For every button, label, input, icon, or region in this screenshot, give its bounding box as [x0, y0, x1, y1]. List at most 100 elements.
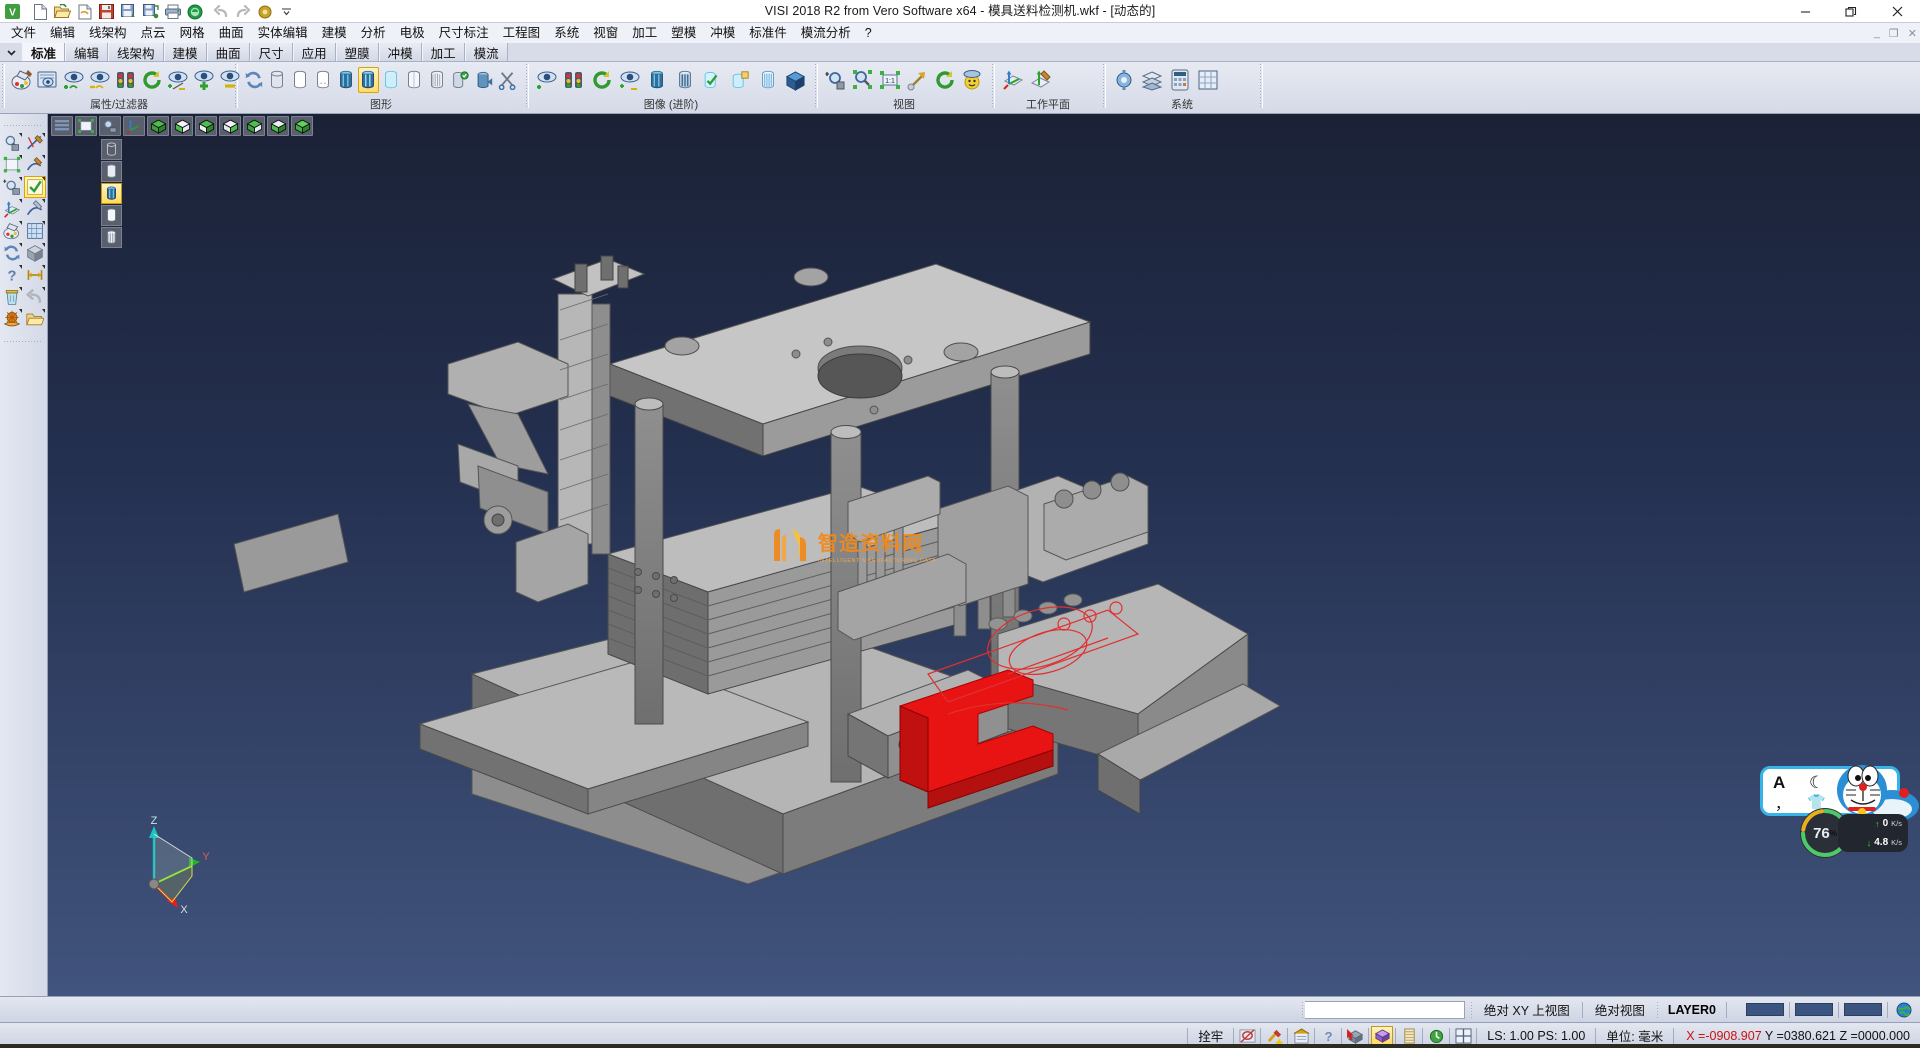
toggle-visibility-icon[interactable] — [166, 67, 190, 93]
import-file-icon[interactable] — [74, 2, 95, 21]
magic-wand-icon[interactable] — [1263, 1026, 1285, 1046]
zoom-view-icon[interactable] — [99, 116, 121, 136]
apply-check-icon[interactable] — [24, 176, 46, 198]
search-input[interactable] — [1305, 1001, 1465, 1019]
zoom-window-icon[interactable] — [850, 67, 875, 93]
view-mode-label[interactable]: 绝对 XY 上视图 — [1474, 1000, 1580, 1019]
dropdown-caret-icon[interactable] — [42, 221, 45, 225]
layer-list-icon[interactable] — [1398, 1026, 1420, 1046]
shade-mesh-icon[interactable] — [101, 227, 122, 248]
rotate-view-icon[interactable] — [932, 67, 957, 93]
view-iso7-icon[interactable] — [291, 116, 313, 136]
tab-die[interactable]: 冲模 — [379, 43, 422, 61]
cad-model-render[interactable] — [48, 114, 1920, 996]
cad-viewport[interactable]: 智造资料网 INTELLIGENT MANUFACTURING DATA Z Y… — [48, 114, 1920, 996]
menu-help[interactable]: ? — [858, 23, 879, 43]
show-all-icon[interactable] — [192, 67, 216, 93]
shade-hidden-icon[interactable] — [101, 161, 122, 182]
menu-standard-parts[interactable]: 标准件 — [742, 23, 794, 43]
dropdown-caret-icon[interactable] — [19, 287, 22, 291]
refresh-view-icon[interactable] — [140, 67, 164, 93]
draw-curve-icon[interactable] — [24, 154, 46, 176]
tab-standard[interactable]: 标准 — [22, 43, 65, 61]
hidden-line-icon[interactable] — [290, 67, 311, 93]
chevron-down-icon[interactable] — [0, 43, 22, 61]
render-tool-icon[interactable] — [1, 308, 23, 330]
mdi-minimize-button[interactable]: _ — [1874, 27, 1880, 39]
menu-analysis[interactable]: 分析 — [354, 23, 393, 43]
new-file-icon[interactable] — [30, 2, 51, 21]
advanced-shade1-icon[interactable] — [644, 67, 670, 93]
measure-tool-icon[interactable] — [24, 264, 46, 286]
show-entity-icon[interactable] — [62, 67, 86, 93]
tab-surface[interactable]: 曲面 — [207, 43, 250, 61]
system-calc-icon[interactable] — [1167, 67, 1193, 93]
hide-entity-icon[interactable] — [88, 67, 112, 93]
zoom-in-icon[interactable] — [823, 67, 848, 93]
tab-mould[interactable]: 塑膜 — [336, 43, 379, 61]
workplane-define-icon[interactable] — [1000, 67, 1026, 93]
color-swatch-1[interactable] — [1746, 1003, 1784, 1016]
pick-entity-icon[interactable] — [1344, 1026, 1366, 1046]
menu-drawing[interactable]: 工程图 — [496, 23, 548, 43]
tab-application[interactable]: 应用 — [293, 43, 336, 61]
visibility-traffic-icon[interactable] — [114, 67, 138, 93]
redraw-icon[interactable] — [243, 67, 265, 93]
view-iso2-icon[interactable] — [171, 116, 193, 136]
mdi-maximize-button[interactable]: ❐ — [1889, 27, 1899, 40]
menu-machining[interactable]: 加工 — [625, 23, 664, 43]
view-iso1-icon[interactable] — [147, 116, 169, 136]
system-layers-icon[interactable] — [1139, 67, 1165, 93]
visi-logo-icon[interactable]: V — [2, 2, 23, 21]
tab-flow[interactable]: 模流 — [465, 43, 508, 61]
tab-wireframe[interactable]: 线架构 — [108, 43, 164, 61]
tab-dimension[interactable]: 尺寸 — [250, 43, 293, 61]
dropdown-caret-icon[interactable] — [42, 199, 45, 203]
clip-plane-icon[interactable] — [497, 67, 519, 93]
snap-label[interactable]: 拴牢 — [1190, 1026, 1231, 1045]
select-area-icon[interactable] — [75, 116, 97, 136]
dropdown-caret-icon[interactable] — [42, 243, 45, 247]
overflow-chevron-icon[interactable] — [276, 2, 297, 21]
delete-tool-icon[interactable] — [1, 286, 23, 308]
print-icon[interactable] — [162, 2, 183, 21]
shade-outline-icon[interactable] — [101, 205, 122, 226]
menu-window[interactable]: 视窗 — [586, 23, 625, 43]
attributes-tool-icon[interactable] — [1, 220, 23, 242]
attributes-icon[interactable] — [10, 67, 34, 93]
minimize-button[interactable] — [1782, 0, 1828, 23]
dynamic-shade-icon[interactable] — [473, 67, 495, 93]
menu-mesh[interactable]: 网格 — [173, 23, 212, 43]
advanced-show-icon[interactable] — [534, 67, 560, 93]
advanced-mesh-icon[interactable] — [755, 67, 781, 93]
color-swatch-3[interactable] — [1844, 1003, 1882, 1016]
save-icon[interactable] — [96, 2, 117, 21]
dropdown-caret-icon[interactable] — [19, 221, 22, 225]
view-iso6-icon[interactable] — [267, 116, 289, 136]
snap-mode-icon[interactable] — [1236, 1026, 1258, 1046]
menu-pointcloud[interactable]: 点云 — [134, 23, 173, 43]
menu-mould[interactable]: 塑模 — [664, 23, 703, 43]
search-field[interactable] — [1305, 1002, 1460, 1018]
refresh-tool-icon[interactable] — [1, 242, 23, 264]
menu-progress-die[interactable]: 冲模 — [703, 23, 742, 43]
menu-flow-analysis[interactable]: 模流分析 — [794, 23, 858, 43]
advanced-refresh-icon[interactable] — [589, 67, 615, 93]
close-button[interactable] — [1874, 0, 1920, 23]
zoom-extent-icon[interactable] — [905, 67, 930, 93]
color-swatch-2[interactable] — [1795, 1003, 1833, 1016]
tab-edit[interactable]: 编辑 — [65, 43, 108, 61]
solid-view-icon[interactable] — [1371, 1026, 1393, 1046]
reset-view-icon[interactable] — [1425, 1026, 1447, 1046]
filter-icon[interactable] — [36, 67, 60, 93]
preview-icon[interactable] — [184, 2, 205, 21]
desktop-widget[interactable]: A ☾ ， 👕 — [1760, 762, 1920, 860]
dropdown-caret-icon[interactable] — [19, 177, 22, 181]
menu-surface[interactable]: 曲面 — [212, 23, 251, 43]
dropdown-caret-icon[interactable] — [42, 177, 45, 181]
advanced-shade2-icon[interactable] — [672, 67, 698, 93]
menu-dimension[interactable]: 尺寸标注 — [432, 23, 496, 43]
advanced-traffic-icon[interactable] — [562, 67, 588, 93]
draw-line-icon[interactable] — [24, 132, 46, 154]
menu-edit[interactable]: 编辑 — [43, 23, 82, 43]
